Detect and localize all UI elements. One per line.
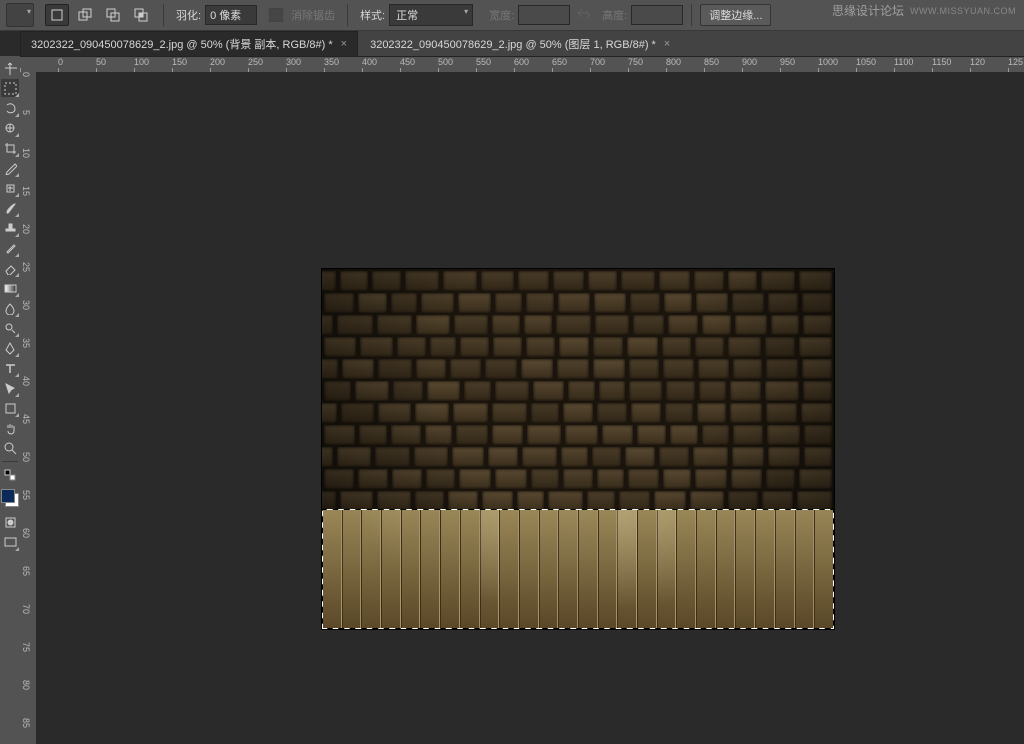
refine-edge-button[interactable]: 调整边缘... [700,4,771,26]
antialias-label: 消除锯齿 [291,7,335,23]
canvas-area[interactable] [36,72,1024,744]
selection-intersect-icon[interactable] [129,4,153,26]
close-icon[interactable]: × [341,38,347,50]
document-tab-2[interactable]: 3202322_090450078629_2.jpg @ 50% (图层 1, … [359,31,681,56]
hand-tool-icon[interactable] [1,419,19,437]
path-select-icon[interactable] [1,379,19,397]
document-tab-1[interactable]: 3202322_090450078629_2.jpg @ 50% (背景 副本,… [20,31,358,56]
image-wood-floor [322,509,834,629]
gradient-tool-icon[interactable] [1,279,19,297]
brush-tool-icon[interactable] [1,199,19,217]
default-colors-icon[interactable] [1,466,19,484]
eraser-tool-icon[interactable] [1,259,19,277]
swap-dimensions-icon [576,7,592,23]
height-input [631,5,683,25]
move-tool-icon[interactable] [1,59,19,77]
height-label: 高度: [602,7,627,23]
healing-tool-icon[interactable] [1,179,19,197]
color-swatches[interactable] [1,489,19,507]
eyedropper-tool-icon[interactable] [1,159,19,177]
shape-tool-icon[interactable] [1,399,19,417]
type-tool-icon[interactable] [1,359,19,377]
selection-new-icon[interactable] [45,4,69,26]
lasso-tool-icon[interactable] [1,99,19,117]
pen-tool-icon[interactable] [1,339,19,357]
tool-preset-picker[interactable] [6,3,34,27]
document-canvas[interactable] [322,269,834,629]
watermark: 思缘设计论坛 WWW.MISSYUAN.COM [832,2,1016,19]
ruler-vertical[interactable]: 051015202530354045505560657075808590 [20,72,37,744]
width-input [518,5,570,25]
screenmode-icon[interactable] [1,533,19,551]
style-label: 样式: [360,7,385,23]
selection-add-icon[interactable] [73,4,97,26]
quickmask-icon[interactable] [1,513,19,531]
marquee-tool-icon[interactable] [1,79,19,97]
selection-subtract-icon[interactable] [101,4,125,26]
zoom-tool-icon[interactable] [1,439,19,457]
tools-panel [0,56,20,744]
crop-tool-icon[interactable] [1,139,19,157]
foreground-color[interactable] [1,489,15,503]
close-icon[interactable]: × [664,38,670,50]
feather-input[interactable] [205,5,257,25]
document-tabs: 3202322_090450078629_2.jpg @ 50% (背景 副本,… [20,30,1024,57]
antialias-checkbox [269,8,283,22]
blur-tool-icon[interactable] [1,299,19,317]
quick-select-tool-icon[interactable] [1,119,19,137]
dodge-tool-icon[interactable] [1,319,19,337]
selection-mode-group [37,0,161,30]
stamp-tool-icon[interactable] [1,219,19,237]
history-brush-icon[interactable] [1,239,19,257]
ruler-horizontal[interactable]: 0501001502002503003504004505005506006507… [20,56,1024,73]
feather-label: 羽化: [176,7,201,23]
width-label: 宽度: [489,7,514,23]
style-select[interactable]: 正常 [389,4,473,26]
